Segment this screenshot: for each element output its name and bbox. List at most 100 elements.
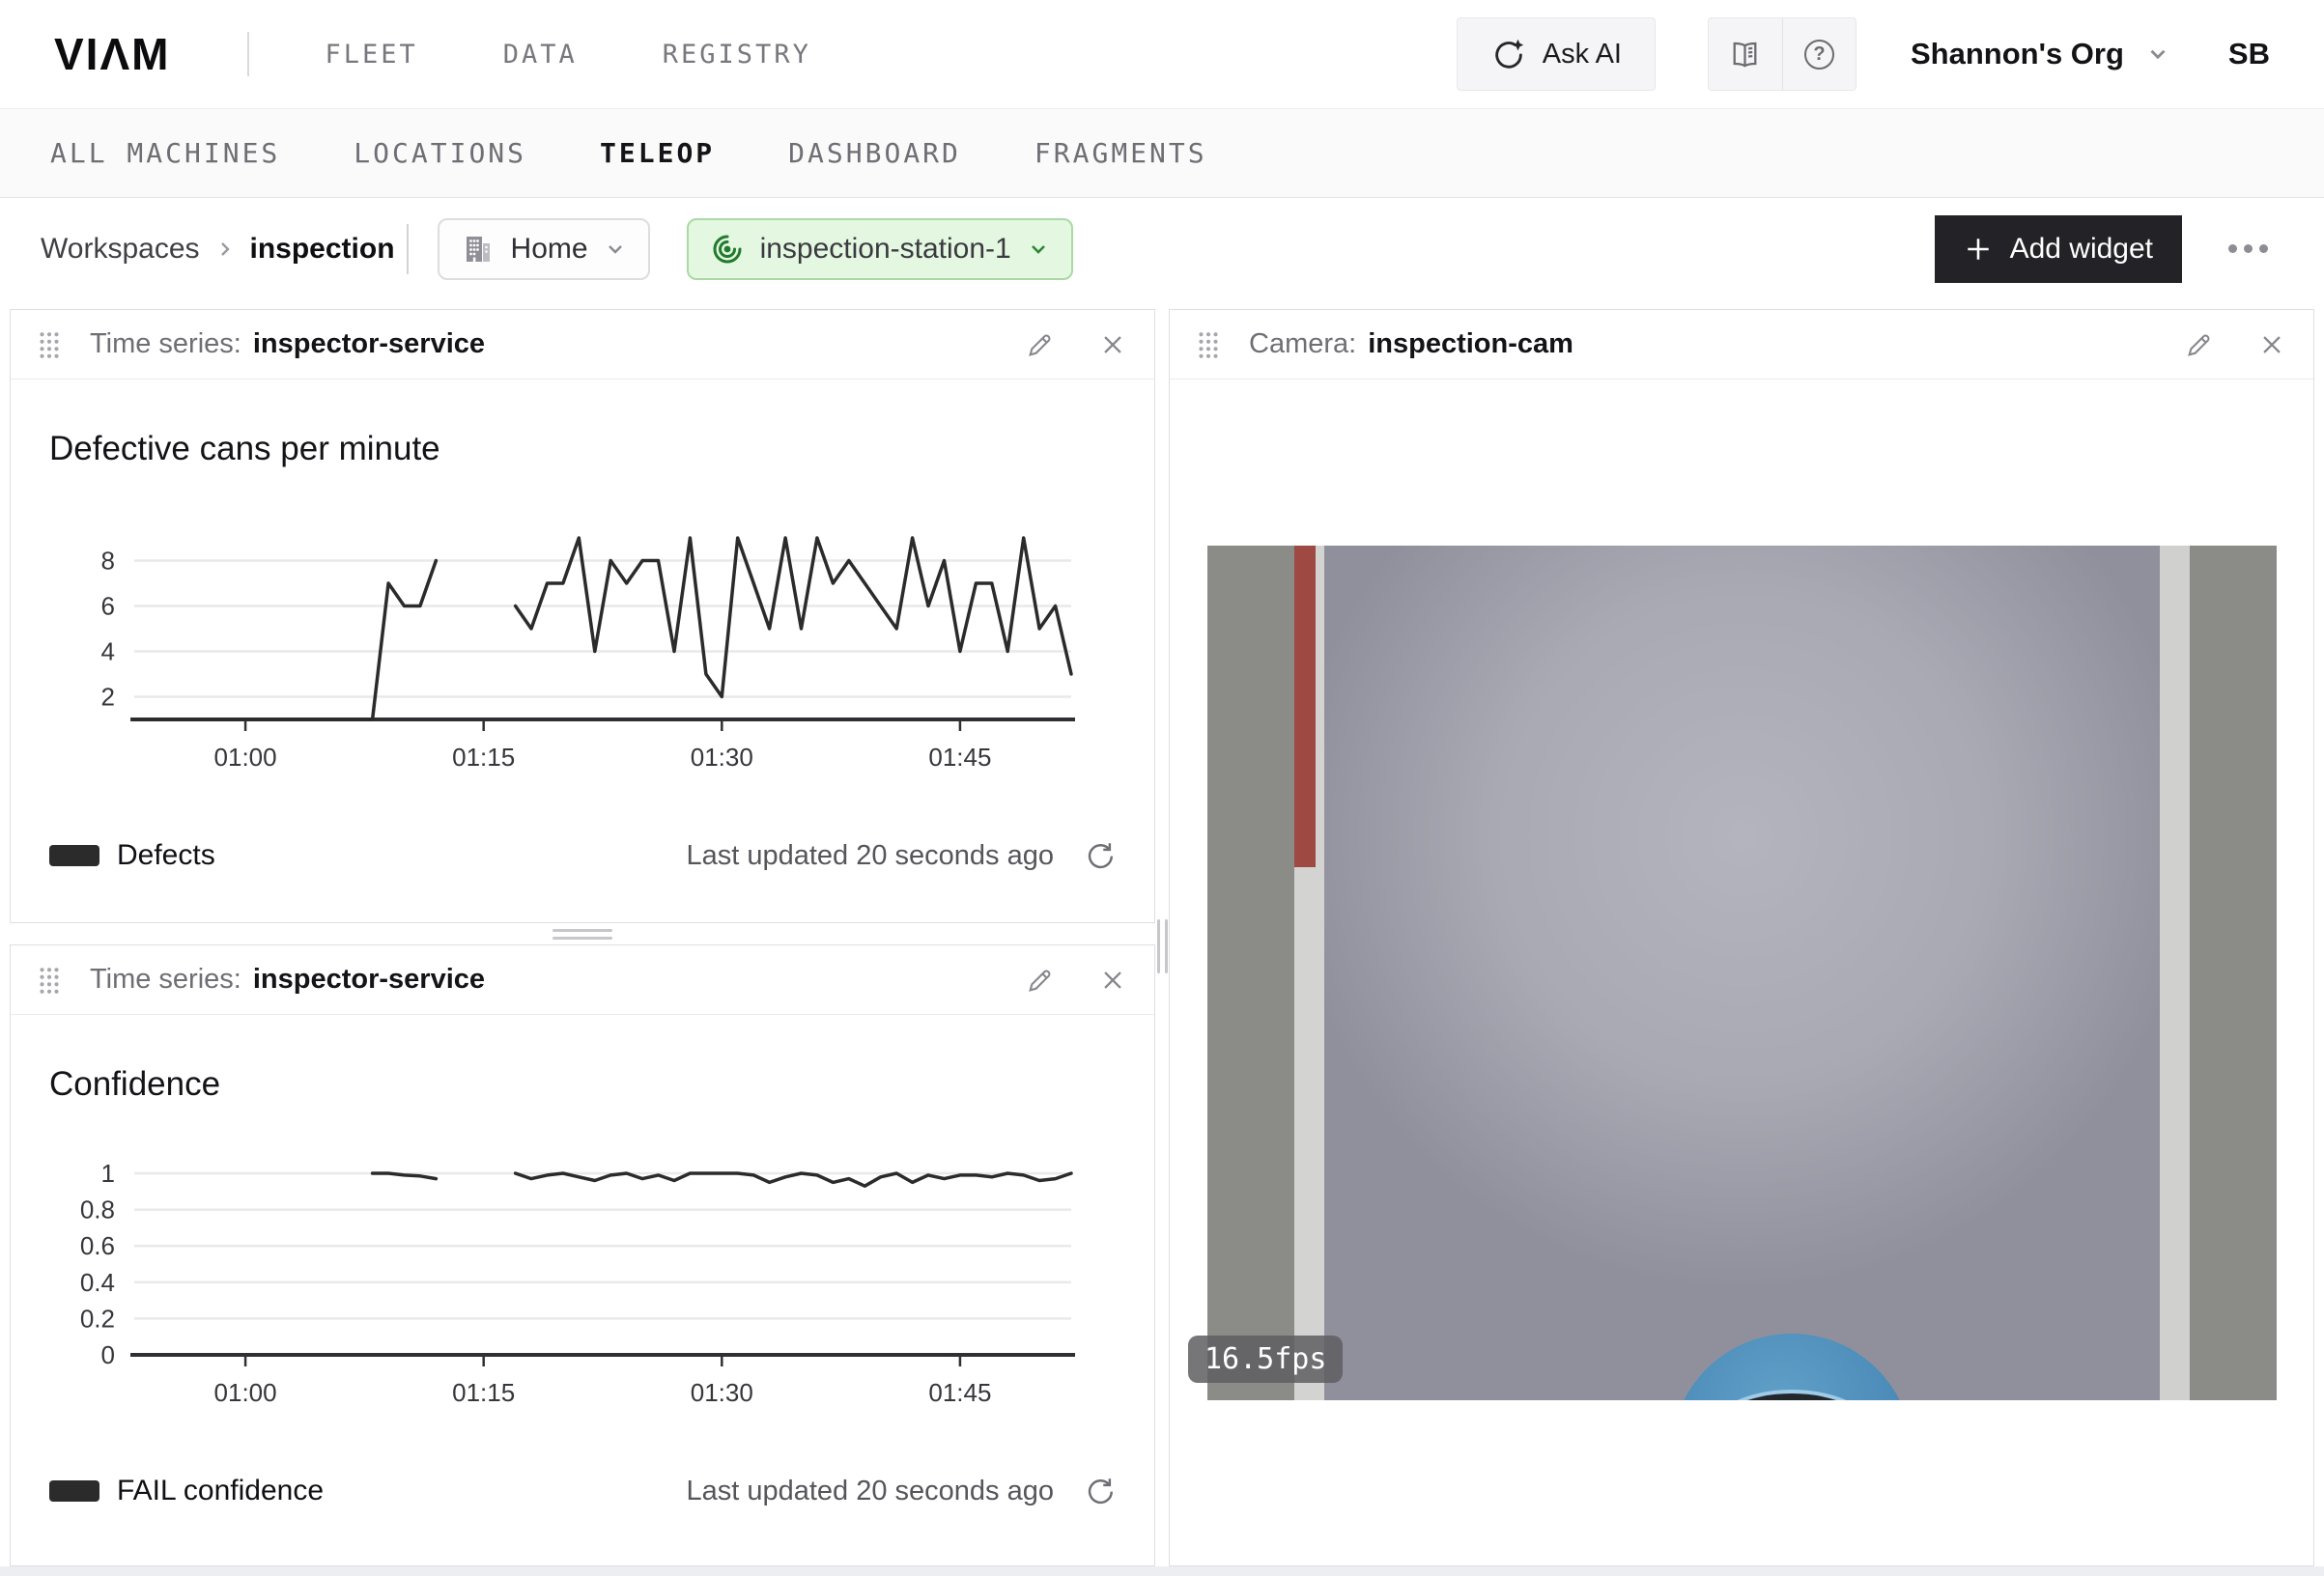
legend-label: Defects	[117, 839, 215, 872]
nav-item-fleet[interactable]: FLEET	[325, 40, 417, 70]
edit-pencil-icon[interactable]	[2184, 329, 2215, 360]
org-switcher[interactable]: Shannon's Org	[1911, 37, 2170, 71]
conveyor-right-stripe	[2160, 546, 2190, 1400]
timeseries-widget-confidence: Time series: inspector-service Confidenc…	[10, 944, 1155, 1566]
tab-teleop[interactable]: TELEOP	[600, 137, 715, 169]
svg-text:4: 4	[101, 637, 115, 666]
drag-handle-icon[interactable]	[1197, 330, 1220, 359]
breadcrumb-divider	[407, 224, 409, 274]
more-menu-button[interactable]	[2225, 235, 2272, 263]
widget-title: Time series: inspector-service	[90, 964, 485, 996]
svg-text:0.8: 0.8	[80, 1196, 115, 1224]
location-label: Home	[511, 233, 588, 266]
nav-item-data[interactable]: DATA	[503, 40, 578, 70]
close-icon[interactable]	[2257, 330, 2286, 359]
conveyor-red-stripe	[1294, 546, 1316, 867]
svg-text:01:15: 01:15	[452, 743, 515, 772]
logo-divider	[247, 32, 249, 76]
close-icon[interactable]	[1098, 330, 1127, 359]
legend-label: FAIL confidence	[117, 1475, 324, 1507]
svg-text:01:15: 01:15	[452, 1378, 515, 1407]
chart-title: Defective cans per minute	[49, 380, 1116, 468]
left-column: Time series: inspector-service Defective…	[10, 309, 1155, 1566]
chart-footer: Defects Last updated 20 seconds ago	[49, 839, 1116, 872]
plus-icon	[1964, 235, 1993, 264]
docs-book-icon[interactable]	[1709, 18, 1782, 90]
org-name: Shannon's Org	[1911, 37, 2124, 71]
svg-text:01:45: 01:45	[928, 743, 991, 772]
widget-header: Time series: inspector-service	[11, 310, 1154, 380]
viam-logo: VIΛM	[54, 28, 170, 80]
ask-ai-button[interactable]: Ask AI	[1457, 17, 1656, 91]
add-widget-label: Add widget	[2010, 233, 2153, 266]
organization-building-icon	[461, 232, 496, 267]
ask-ai-label: Ask AI	[1543, 39, 1622, 70]
chevron-down-icon	[2145, 42, 2170, 67]
user-avatar[interactable]: SB	[2228, 37, 2270, 71]
main-nav: FLEET DATA REGISTRY	[325, 40, 810, 70]
row-resize-handle[interactable]	[10, 923, 1155, 944]
widget-title: Time series: inspector-service	[90, 328, 485, 360]
svg-text:8: 8	[101, 547, 115, 576]
tab-dashboard[interactable]: DASHBOARD	[788, 137, 961, 169]
location-dropdown[interactable]: Home	[438, 218, 650, 280]
workspace-toolbar: Workspaces inspection Home	[0, 198, 2324, 299]
ask-ai-sparkle-icon	[1490, 36, 1527, 72]
help-glyph: ?	[1813, 43, 1825, 66]
tab-fragments[interactable]: FRAGMENTS	[1034, 137, 1207, 169]
svg-text:01:00: 01:00	[214, 1378, 277, 1407]
timeseries-widget-defects: Time series: inspector-service Defective…	[10, 309, 1155, 923]
widget-title: Camera: inspection-cam	[1249, 328, 1573, 360]
last-updated-text: Last updated 20 seconds ago	[686, 1476, 1054, 1507]
legend-swatch	[49, 1480, 99, 1502]
last-updated-text: Last updated 20 seconds ago	[686, 840, 1054, 872]
refresh-icon[interactable]	[1083, 1475, 1116, 1507]
svg-text:01:45: 01:45	[928, 1378, 991, 1407]
machine-selector-pill[interactable]: inspection-station-1	[687, 218, 1073, 280]
widget-board: Time series: inspector-service Defective…	[0, 299, 2324, 1566]
page-bottom-strip	[0, 1566, 2324, 1576]
defects-line-chart: 2 4 6 8 01:00 01:15 01:30 01:45	[49, 488, 1118, 806]
svg-text:6: 6	[101, 592, 115, 621]
svg-text:0.4: 0.4	[80, 1268, 115, 1297]
chevron-down-icon	[1027, 238, 1050, 261]
column-resize-handle[interactable]	[1155, 309, 1169, 973]
legend-swatch	[49, 845, 99, 866]
drag-handle-icon[interactable]	[38, 966, 61, 995]
svg-text:0.6: 0.6	[80, 1231, 115, 1260]
can-opening	[1708, 1390, 1876, 1400]
chart-footer: FAIL confidence Last updated 20 seconds …	[49, 1475, 1116, 1507]
conveyor-left-rail	[1207, 546, 1294, 1400]
tab-locations[interactable]: LOCATIONS	[354, 137, 526, 169]
help-icon-group: ?	[1708, 17, 1856, 91]
edit-pencil-icon[interactable]	[1025, 965, 1056, 996]
svg-text:01:00: 01:00	[214, 743, 277, 772]
confidence-line-chart: 00.20.40.60.8101:0001:1501:3001:45	[49, 1123, 1118, 1442]
widget-header: Camera: inspection-cam	[1170, 310, 2313, 380]
svg-text:01:30: 01:30	[691, 1378, 753, 1407]
top-bar: VIΛM FLEET DATA REGISTRY Ask AI ?	[0, 0, 2324, 109]
machine-name: inspection-station-1	[760, 233, 1011, 266]
help-icon[interactable]: ?	[1782, 18, 1856, 90]
chevron-right-icon	[213, 238, 237, 261]
svg-text:01:30: 01:30	[691, 743, 753, 772]
nav-item-registry[interactable]: REGISTRY	[663, 40, 811, 70]
svg-text:0: 0	[101, 1340, 115, 1369]
widget-header: Time series: inspector-service	[11, 945, 1154, 1015]
drag-handle-icon[interactable]	[38, 330, 61, 359]
add-widget-button[interactable]: Add widget	[1935, 215, 2182, 283]
fps-badge: 16.5fps	[1188, 1336, 1343, 1383]
refresh-icon[interactable]	[1083, 839, 1116, 872]
tab-all-machines[interactable]: ALL MACHINES	[50, 137, 280, 169]
close-icon[interactable]	[1098, 966, 1127, 995]
camera-feed-image	[1207, 546, 2277, 1400]
conveyor-belt	[1324, 546, 2160, 1400]
conveyor-right-rail	[2190, 546, 2277, 1400]
fleet-tabs: ALL MACHINES LOCATIONS TELEOP DASHBOARD …	[0, 109, 2324, 198]
workspace-name-field[interactable]: inspection	[250, 233, 395, 266]
svg-text:2: 2	[101, 683, 115, 712]
edit-pencil-icon[interactable]	[1025, 329, 1056, 360]
chevron-down-icon	[604, 238, 627, 261]
breadcrumb-workspaces[interactable]: Workspaces	[41, 233, 200, 266]
camera-widget: Camera: inspection-cam	[1169, 309, 2314, 1566]
